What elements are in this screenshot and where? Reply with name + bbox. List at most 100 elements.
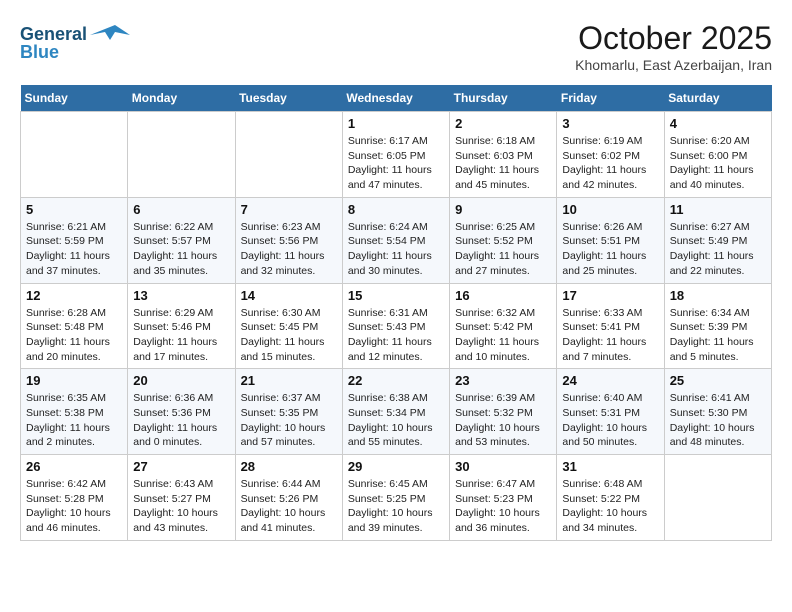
day-info: Sunrise: 6:19 AM Sunset: 6:02 PM Dayligh… bbox=[562, 134, 658, 193]
day-number: 16 bbox=[455, 288, 551, 303]
calendar-cell bbox=[128, 112, 235, 198]
calendar-cell: 26 Sunrise: 6:42 AM Sunset: 5:28 PM Dayli… bbox=[21, 455, 128, 541]
calendar-week-row: 12 Sunrise: 6:28 AM Sunset: 5:48 PM Dayli… bbox=[21, 283, 772, 369]
day-number: 12 bbox=[26, 288, 122, 303]
day-number: 6 bbox=[133, 202, 229, 217]
day-number: 17 bbox=[562, 288, 658, 303]
calendar-cell: 29 Sunrise: 6:45 AM Sunset: 5:25 PM Dayli… bbox=[342, 455, 449, 541]
day-number: 21 bbox=[241, 373, 337, 388]
day-number: 18 bbox=[670, 288, 766, 303]
header: General Blue October 2025 Khomarlu, East… bbox=[20, 20, 772, 73]
calendar-cell: 15 Sunrise: 6:31 AM Sunset: 5:43 PM Dayli… bbox=[342, 283, 449, 369]
calendar-cell: 21Sunrise: 6:37 AM Sunset: 5:35 PM Dayli… bbox=[235, 369, 342, 455]
calendar-cell bbox=[664, 455, 771, 541]
day-info: Sunrise: 6:20 AM Sunset: 6:00 PM Dayligh… bbox=[670, 134, 766, 193]
calendar-cell: 5 Sunrise: 6:21 AM Sunset: 5:59 PM Daylig… bbox=[21, 197, 128, 283]
day-number: 9 bbox=[455, 202, 551, 217]
day-number: 14 bbox=[241, 288, 337, 303]
day-number: 24 bbox=[562, 373, 658, 388]
calendar-cell bbox=[235, 112, 342, 198]
day-number: 4 bbox=[670, 116, 766, 131]
calendar-cell: 22Sunrise: 6:38 AM Sunset: 5:34 PM Dayli… bbox=[342, 369, 449, 455]
day-info: Sunrise: 6:17 AM Sunset: 6:05 PM Dayligh… bbox=[348, 134, 444, 193]
calendar-cell: 7Sunrise: 6:23 AM Sunset: 5:56 PM Daylig… bbox=[235, 197, 342, 283]
day-number: 5 bbox=[26, 202, 122, 217]
svg-text:Blue: Blue bbox=[20, 42, 59, 62]
day-info: Sunrise: 6:42 AM Sunset: 5:28 PM Dayligh… bbox=[26, 477, 122, 536]
subtitle: Khomarlu, East Azerbaijan, Iran bbox=[575, 57, 772, 73]
calendar-cell: 25 Sunrise: 6:41 AM Sunset: 5:30 PM Dayli… bbox=[664, 369, 771, 455]
day-number: 19 bbox=[26, 373, 122, 388]
calendar-cell: 20 Sunrise: 6:36 AM Sunset: 5:36 PM Dayli… bbox=[128, 369, 235, 455]
title-area: October 2025 Khomarlu, East Azerbaijan, … bbox=[575, 20, 772, 73]
page: General Blue October 2025 Khomarlu, East… bbox=[0, 0, 792, 551]
calendar-cell: 30Sunrise: 6:47 AM Sunset: 5:23 PM Dayli… bbox=[450, 455, 557, 541]
day-number: 13 bbox=[133, 288, 229, 303]
calendar-cell: 24 Sunrise: 6:40 AM Sunset: 5:31 PM Dayli… bbox=[557, 369, 664, 455]
calendar-cell: 8 Sunrise: 6:24 AM Sunset: 5:54 PM Daylig… bbox=[342, 197, 449, 283]
calendar-cell: 18 Sunrise: 6:34 AM Sunset: 5:39 PM Dayli… bbox=[664, 283, 771, 369]
day-info: Sunrise: 6:31 AM Sunset: 5:43 PM Dayligh… bbox=[348, 306, 444, 365]
calendar-table: SundayMondayTuesdayWednesdayThursdayFrid… bbox=[20, 85, 772, 541]
calendar-cell: 23 Sunrise: 6:39 AM Sunset: 5:32 PM Dayli… bbox=[450, 369, 557, 455]
day-info: Sunrise: 6:28 AM Sunset: 5:48 PM Dayligh… bbox=[26, 306, 122, 365]
day-number: 29 bbox=[348, 459, 444, 474]
day-info: Sunrise: 6:36 AM Sunset: 5:36 PM Dayligh… bbox=[133, 391, 229, 450]
day-info: Sunrise: 6:48 AM Sunset: 5:22 PM Dayligh… bbox=[562, 477, 658, 536]
logo-text: General Blue bbox=[20, 20, 130, 70]
day-number: 23 bbox=[455, 373, 551, 388]
calendar-cell: 4 Sunrise: 6:20 AM Sunset: 6:00 PM Daylig… bbox=[664, 112, 771, 198]
day-info: Sunrise: 6:41 AM Sunset: 5:30 PM Dayligh… bbox=[670, 391, 766, 450]
day-number: 31 bbox=[562, 459, 658, 474]
day-info: Sunrise: 6:30 AM Sunset: 5:45 PM Dayligh… bbox=[241, 306, 337, 365]
day-number: 26 bbox=[26, 459, 122, 474]
calendar-cell: 12 Sunrise: 6:28 AM Sunset: 5:48 PM Dayli… bbox=[21, 283, 128, 369]
day-number: 25 bbox=[670, 373, 766, 388]
day-number: 30 bbox=[455, 459, 551, 474]
calendar-cell: 14 Sunrise: 6:30 AM Sunset: 5:45 PM Dayli… bbox=[235, 283, 342, 369]
day-info: Sunrise: 6:23 AM Sunset: 5:56 PM Dayligh… bbox=[241, 220, 337, 279]
day-info: Sunrise: 6:39 AM Sunset: 5:32 PM Dayligh… bbox=[455, 391, 551, 450]
day-number: 3 bbox=[562, 116, 658, 131]
calendar-cell: 31 Sunrise: 6:48 AM Sunset: 5:22 PM Dayli… bbox=[557, 455, 664, 541]
day-number: 11 bbox=[670, 202, 766, 217]
calendar-cell: 11 Sunrise: 6:27 AM Sunset: 5:49 PM Dayli… bbox=[664, 197, 771, 283]
calendar-week-row: 19Sunrise: 6:35 AM Sunset: 5:38 PM Dayli… bbox=[21, 369, 772, 455]
day-info: Sunrise: 6:44 AM Sunset: 5:26 PM Dayligh… bbox=[241, 477, 337, 536]
logo: General Blue bbox=[20, 20, 130, 70]
calendar-cell: 16Sunrise: 6:32 AM Sunset: 5:42 PM Dayli… bbox=[450, 283, 557, 369]
day-number: 2 bbox=[455, 116, 551, 131]
day-info: Sunrise: 6:33 AM Sunset: 5:41 PM Dayligh… bbox=[562, 306, 658, 365]
calendar-cell: 1Sunrise: 6:17 AM Sunset: 6:05 PM Daylig… bbox=[342, 112, 449, 198]
day-info: Sunrise: 6:22 AM Sunset: 5:57 PM Dayligh… bbox=[133, 220, 229, 279]
calendar-week-row: 1Sunrise: 6:17 AM Sunset: 6:05 PM Daylig… bbox=[21, 112, 772, 198]
calendar-cell bbox=[21, 112, 128, 198]
day-of-week-header: Thursday bbox=[450, 85, 557, 112]
calendar-week-row: 26 Sunrise: 6:42 AM Sunset: 5:28 PM Dayli… bbox=[21, 455, 772, 541]
day-info: Sunrise: 6:34 AM Sunset: 5:39 PM Dayligh… bbox=[670, 306, 766, 365]
day-number: 10 bbox=[562, 202, 658, 217]
calendar-cell: 13Sunrise: 6:29 AM Sunset: 5:46 PM Dayli… bbox=[128, 283, 235, 369]
day-info: Sunrise: 6:40 AM Sunset: 5:31 PM Dayligh… bbox=[562, 391, 658, 450]
day-info: Sunrise: 6:21 AM Sunset: 5:59 PM Dayligh… bbox=[26, 220, 122, 279]
day-of-week-header: Friday bbox=[557, 85, 664, 112]
day-info: Sunrise: 6:24 AM Sunset: 5:54 PM Dayligh… bbox=[348, 220, 444, 279]
day-of-week-header: Saturday bbox=[664, 85, 771, 112]
calendar-cell: 9Sunrise: 6:25 AM Sunset: 5:52 PM Daylig… bbox=[450, 197, 557, 283]
day-info: Sunrise: 6:26 AM Sunset: 5:51 PM Dayligh… bbox=[562, 220, 658, 279]
day-number: 8 bbox=[348, 202, 444, 217]
day-number: 15 bbox=[348, 288, 444, 303]
day-info: Sunrise: 6:38 AM Sunset: 5:34 PM Dayligh… bbox=[348, 391, 444, 450]
calendar-week-row: 5 Sunrise: 6:21 AM Sunset: 5:59 PM Daylig… bbox=[21, 197, 772, 283]
day-of-week-header: Wednesday bbox=[342, 85, 449, 112]
day-number: 28 bbox=[241, 459, 337, 474]
calendar-cell: 6 Sunrise: 6:22 AM Sunset: 5:57 PM Daylig… bbox=[128, 197, 235, 283]
day-of-week-header: Monday bbox=[128, 85, 235, 112]
calendar-cell: 27Sunrise: 6:43 AM Sunset: 5:27 PM Dayli… bbox=[128, 455, 235, 541]
day-number: 20 bbox=[133, 373, 229, 388]
day-info: Sunrise: 6:45 AM Sunset: 5:25 PM Dayligh… bbox=[348, 477, 444, 536]
day-of-week-header: Sunday bbox=[21, 85, 128, 112]
day-info: Sunrise: 6:27 AM Sunset: 5:49 PM Dayligh… bbox=[670, 220, 766, 279]
day-of-week-header: Tuesday bbox=[235, 85, 342, 112]
calendar-header-row: SundayMondayTuesdayWednesdayThursdayFrid… bbox=[21, 85, 772, 112]
